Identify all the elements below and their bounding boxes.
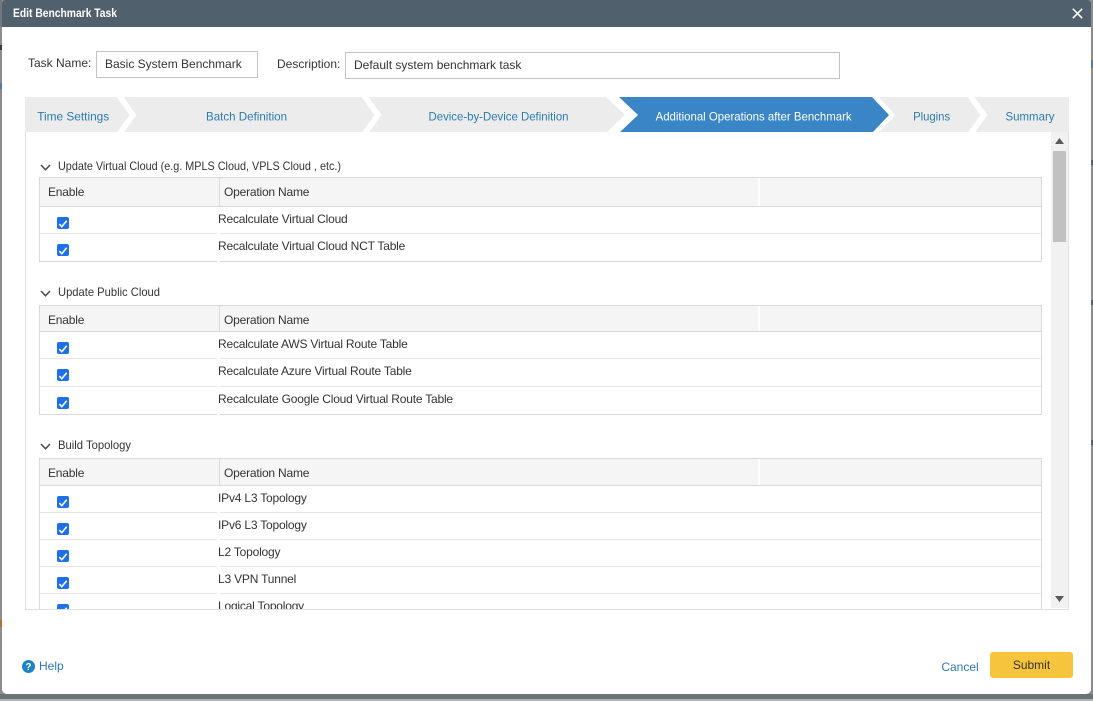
svg-text:Time Settings: Time Settings <box>37 110 109 124</box>
svg-text:Update Virtual Cloud (e.g. MPL: Update Virtual Cloud (e.g. MPLS Cloud, V… <box>58 159 341 173</box>
svg-text:Build Topology: Build Topology <box>58 438 131 452</box>
svg-text:Batch Definition: Batch Definition <box>206 110 287 124</box>
svg-text:Plugins: Plugins <box>913 110 950 124</box>
svg-text:Additional Operations after Be: Additional Operations after Benchmark <box>656 110 853 124</box>
svg-text:?: ? <box>25 661 31 672</box>
svg-text:Edit Benchmark Task: Edit Benchmark Task <box>13 6 117 20</box>
svg-text:Device-by-Device Definition: Device-by-Device Definition <box>429 110 569 124</box>
svg-text:Update Public Cloud: Update Public Cloud <box>58 285 160 299</box>
svg-text:Summary: Summary <box>1006 110 1055 124</box>
